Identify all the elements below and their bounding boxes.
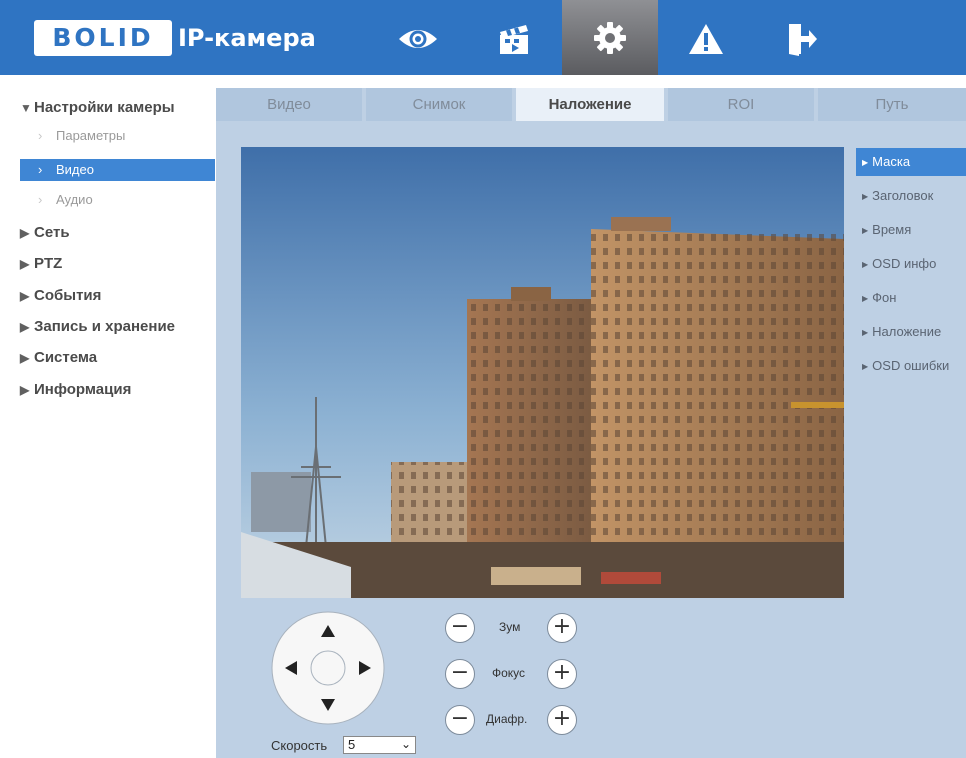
sidebar-group-label: Информация	[34, 381, 132, 398]
tab-video[interactable]: Видео	[216, 88, 362, 121]
caret-right-icon: ▶	[862, 226, 869, 235]
sidebar-group-label: События	[34, 287, 102, 304]
logout-icon	[789, 24, 817, 56]
iris-open-button[interactable]: +	[547, 705, 577, 735]
sidebar-group-ptz[interactable]: ▶ PTZ	[20, 255, 62, 272]
caret-right-icon: ▶	[20, 289, 30, 303]
zoom-out-button[interactable]: −	[445, 613, 475, 643]
sidebar-group-network[interactable]: ▶ Сеть	[20, 224, 70, 241]
focus-far-button[interactable]: +	[547, 659, 577, 689]
caret-down-icon: ▼	[20, 101, 32, 115]
iris-close-button[interactable]: −	[445, 705, 475, 735]
settings-nav[interactable]	[562, 0, 658, 75]
ptz-right-button[interactable]	[354, 653, 384, 683]
ptz-left-button[interactable]	[272, 653, 302, 683]
submenu-item-background[interactable]: ▶ Фон	[856, 284, 966, 312]
sidebar-item-parameters[interactable]: › Параметры	[20, 125, 215, 147]
sidebar-group-label: Сеть	[34, 224, 70, 241]
chevron-down-icon: ⌄	[400, 737, 411, 751]
warning-icon	[689, 24, 723, 54]
brand-logo-text: BOLID	[52, 23, 154, 52]
submenu-label: OSD ошибки	[872, 358, 950, 373]
submenu-item-time[interactable]: ▶ Время	[856, 216, 966, 244]
caret-right-icon: ▶	[862, 294, 869, 303]
submenu-label: Маска	[872, 154, 911, 169]
sidebar-group-events[interactable]: ▶ События	[20, 287, 101, 304]
sidebar-group-label: PTZ	[34, 255, 63, 272]
submenu-label: OSD инфо	[872, 256, 937, 271]
submenu-item-overlay[interactable]: ▶ Наложение	[856, 318, 966, 346]
gear-icon	[594, 21, 626, 54]
caret-right-icon: ▶	[20, 320, 30, 334]
ptz-center-button[interactable]	[313, 653, 343, 683]
speed-select[interactable]: 5 ⌄	[343, 736, 416, 754]
focus-label: Фокус	[492, 666, 526, 680]
submenu-item-privacy-mask[interactable]: ▶ Маска	[856, 148, 966, 176]
chevron-right-icon: ›	[38, 162, 43, 177]
sidebar-group-label: Настройки камеры	[34, 99, 175, 116]
top-bar: BOLID IP-камера	[0, 0, 966, 75]
caret-right-icon: ▶	[20, 383, 30, 397]
caret-right-icon: ▶	[20, 257, 30, 271]
submenu-label: Заголовок	[872, 188, 934, 203]
sidebar-item-audio[interactable]: › Аудио	[20, 189, 215, 211]
sidebar-group-label: Система	[34, 349, 98, 366]
app-title: IP-камера	[178, 24, 316, 52]
sidebar-group-storage[interactable]: ▶ Запись и хранение	[20, 318, 175, 335]
sidebar-item-label: Аудио	[56, 192, 93, 207]
caret-right-icon: ▶	[862, 158, 869, 167]
clapperboard-icon	[500, 25, 528, 54]
sidebar-item-label: Видео	[56, 162, 94, 177]
chevron-right-icon: ›	[38, 192, 43, 207]
ptz-down-button[interactable]	[313, 694, 343, 724]
sidebar-item-video[interactable]: › Видео	[20, 159, 215, 181]
eye-icon	[399, 30, 437, 48]
tab-overlay[interactable]: Наложение	[516, 88, 664, 121]
caret-right-icon: ▶	[20, 226, 30, 240]
video-preview[interactable]	[241, 147, 844, 598]
camera-image	[241, 147, 844, 598]
brand-logo: BOLID	[34, 20, 172, 56]
submenu-label: Наложение	[872, 324, 942, 339]
focus-near-button[interactable]: −	[445, 659, 475, 689]
speed-value: 5	[348, 737, 356, 752]
settings-sidebar: ▼ Настройки камеры › Параметры › Видео › Ауд…	[0, 75, 216, 758]
submenu-label: Время	[872, 222, 912, 237]
tab-roi[interactable]: ROI	[668, 88, 814, 121]
logout-nav[interactable]	[754, 6, 850, 72]
tab-snapshot[interactable]: Снимок	[366, 88, 512, 121]
sidebar-group-system[interactable]: ▶ Система	[20, 349, 97, 366]
ptz-up-button[interactable]	[313, 612, 343, 642]
sidebar-group-camera-settings[interactable]: ▼ Настройки камеры	[20, 99, 175, 116]
zoom-in-button[interactable]: +	[547, 613, 577, 643]
chevron-right-icon: ›	[38, 128, 43, 143]
sidebar-group-label: Запись и хранение	[34, 318, 176, 335]
live-view-nav[interactable]	[370, 6, 466, 72]
submenu-item-osd-errors[interactable]: ▶ OSD ошибки	[856, 352, 966, 380]
submenu-item-channel-title[interactable]: ▶ Заголовок	[856, 182, 966, 210]
sidebar-group-info[interactable]: ▶ Информация	[20, 381, 131, 398]
iris-label: Диафр.	[486, 712, 528, 726]
zoom-label: Зум	[499, 620, 521, 634]
caret-right-icon: ▶	[862, 260, 869, 269]
caret-right-icon: ▶	[862, 192, 869, 201]
playback-nav[interactable]	[466, 6, 562, 72]
caret-right-icon: ▶	[20, 351, 30, 365]
sidebar-item-label: Параметры	[56, 128, 126, 143]
alarm-nav[interactable]	[658, 6, 754, 72]
caret-right-icon: ▶	[862, 328, 869, 337]
submenu-item-osd-info[interactable]: ▶ OSD инфо	[856, 250, 966, 278]
speed-label: Скорость	[271, 738, 328, 753]
tab-path[interactable]: Путь	[818, 88, 966, 121]
caret-right-icon: ▶	[862, 362, 869, 371]
submenu-label: Фон	[872, 290, 897, 305]
tab-bar: Видео Снимок Наложение ROI Путь	[216, 88, 966, 121]
